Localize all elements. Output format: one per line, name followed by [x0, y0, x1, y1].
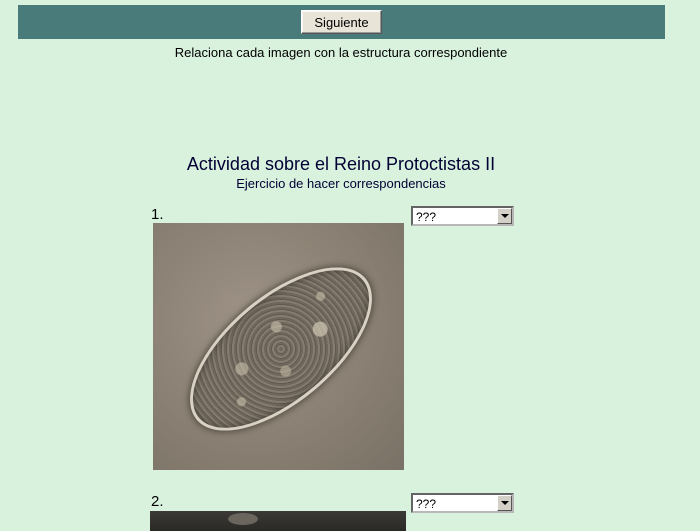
next-button[interactable]: Siguiente: [301, 10, 382, 34]
chevron-down-icon[interactable]: [497, 208, 512, 224]
item-number-2: 2.: [151, 493, 164, 510]
match-select-1-value: ???: [416, 210, 437, 224]
activity-title: Actividad sobre el Reino Protoctistas II: [186, 154, 496, 174]
item-number-1: 1.: [151, 206, 164, 223]
chevron-down-icon[interactable]: [497, 495, 512, 511]
paramecium-image: [153, 223, 404, 470]
match-select-2-value: ???: [416, 497, 437, 511]
instruction-text: Relaciona cada imagen con la estructura …: [174, 45, 508, 60]
match-select-2[interactable]: ???: [411, 493, 514, 513]
microscope-image-2: [150, 511, 406, 531]
activity-subtitle: Ejercicio de hacer correspondencias: [236, 176, 446, 191]
paramecium-cell: [162, 237, 400, 461]
match-select-1[interactable]: ???: [411, 206, 514, 226]
